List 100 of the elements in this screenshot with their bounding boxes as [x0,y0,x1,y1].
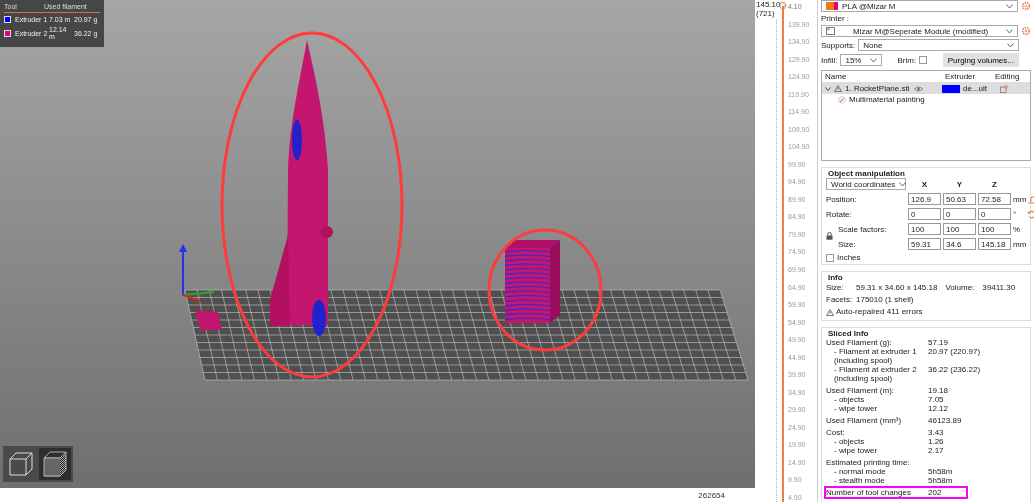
painted-patch [195,310,222,330]
stat-value: 2.17 [928,446,945,455]
field-label: Size: [837,239,857,249]
stat-label: Estimated printing time: [826,458,911,467]
view-button[interactable] [39,448,71,480]
cube-icon [8,451,34,477]
filament-dropdown[interactable]: PLA @Mizar M [821,0,1018,12]
chevron-down-icon [1006,3,1013,9]
brim-label: Brim: [897,55,917,65]
value-field[interactable]: 0 [943,208,976,220]
stat-label: - normal mode [833,467,887,476]
settings-icon[interactable] [1021,1,1031,11]
supports-label: Supports: [821,40,856,50]
info-value: 175010 (1 shell) [856,294,914,306]
stat-label: - Filament at extruder 1 [833,347,918,356]
value-field[interactable]: 100 [908,223,941,235]
value-field[interactable]: 59.31 [908,238,941,250]
info-value: 59.31 x 34.60 x 145.18 [856,282,938,294]
field-label: Rotate: [826,209,853,219]
slider-thumb[interactable] [778,1,787,10]
unit-label: mm [1013,194,1025,204]
stat-value: 202 [928,488,943,497]
column-header: Extruder [944,72,977,81]
unit-label: ° [1013,209,1018,219]
layer-height-value: 145.10 [756,0,781,9]
value-field[interactable]: 0 [978,208,1011,220]
stat-label: Cost: [826,428,846,437]
printer-label: Printer : [821,14,850,23]
panel-title: Info [826,273,845,282]
value-field[interactable]: 100 [943,223,976,235]
stat-value: 1.26 [928,437,945,446]
coordinates-dropdown[interactable]: World coordinates [826,178,906,190]
edit-icon[interactable] [1000,84,1008,93]
eye-icon[interactable] [914,85,923,92]
paint-icon [838,95,846,104]
column-header: Name [824,72,848,81]
reset-icon[interactable] [1027,209,1034,219]
value-field[interactable]: 34.6 [943,238,976,250]
info-label: Volume: [945,282,975,294]
3d-viewport[interactable] [0,0,755,488]
stat-note: (including spool) [833,356,894,365]
object-row[interactable]: 1. RocketPlane.stl de...ult [822,83,1030,94]
stat-label: - wipe tower [833,404,879,413]
object-part-name[interactable]: Multimaterial painting [849,95,925,104]
stat-value: 7.05 [928,395,945,404]
value-field[interactable]: 0 [908,208,941,220]
stat-label: Used Filament (mm³) [826,416,903,425]
value-field[interactable]: 50.63 [943,193,976,205]
settings-icon[interactable] [1021,26,1031,36]
extruder-value: de...ult [963,84,987,93]
panel-title: Object manipulation [826,169,907,178]
unit-label: mm [1013,239,1025,249]
chevron-down-icon [870,57,878,63]
panel-title: Sliced Info [826,329,871,338]
stat-label: Used Filament (m): [826,386,895,395]
unit-label: % [1013,224,1022,234]
value-field[interactable]: 100 [978,223,1011,235]
inches-label: Inches [837,253,861,262]
stat-label: - Filament at extruder 2 [833,365,918,374]
layers-icon [42,451,68,477]
filament-color-icon [826,2,838,10]
field-label: Position: [826,194,858,204]
expand-caret-icon[interactable] [825,85,831,92]
stat-label: - wipe tower [833,446,879,455]
stat-note: (including spool) [833,374,894,383]
chevron-down-icon [899,181,907,187]
value-field[interactable]: 145.18 [978,238,1011,250]
inches-checkbox[interactable] [826,253,834,262]
brim-checkbox[interactable] [919,56,928,64]
field-label: Scale factors: [837,224,888,234]
chevron-down-icon [1007,42,1014,48]
stat-label: Number of tool changes [826,488,912,497]
value-field[interactable]: 72.58 [978,193,1011,205]
printer-dropdown[interactable]: Mizar M@Seperate Module (modified) [821,25,1018,37]
infill-dropdown[interactable]: 15% [840,54,883,66]
info-label: Facets: [826,294,852,306]
stat-value: 36.22 (236.22) [928,365,982,374]
status-number: 262654 [698,490,725,500]
stat-label: - objects [833,437,866,446]
stat-value: 57.19 [928,338,950,347]
lock-icon[interactable] [826,232,833,240]
axes-gizmo [179,244,215,302]
warning-icon [834,85,842,92]
layer-number: (721) [756,9,776,18]
stat-value: 46123.89 [928,416,963,425]
axis-label: Y [955,179,964,189]
column-header: Editing [994,72,1021,81]
axis-label: X [920,179,929,189]
value-field[interactable]: 126.9 [908,193,941,205]
drop-to-bed-icon[interactable] [1027,194,1034,204]
object-name: 1. RocketPlane.stl [845,84,910,93]
stat-value: 12.12 [928,404,950,413]
printer-icon [826,27,835,35]
purging-volumes-button[interactable]: Purging volumes... [942,53,1019,67]
info-value: 39411.30 [982,282,1016,294]
warning-text: Auto-repaired 411 errors [836,306,923,318]
axis-label: Z [991,179,998,189]
supports-dropdown[interactable]: None [858,39,1019,51]
stat-label: Used Filament (g): [826,338,893,347]
stat-value: 20.97 (220.97) [928,347,982,356]
